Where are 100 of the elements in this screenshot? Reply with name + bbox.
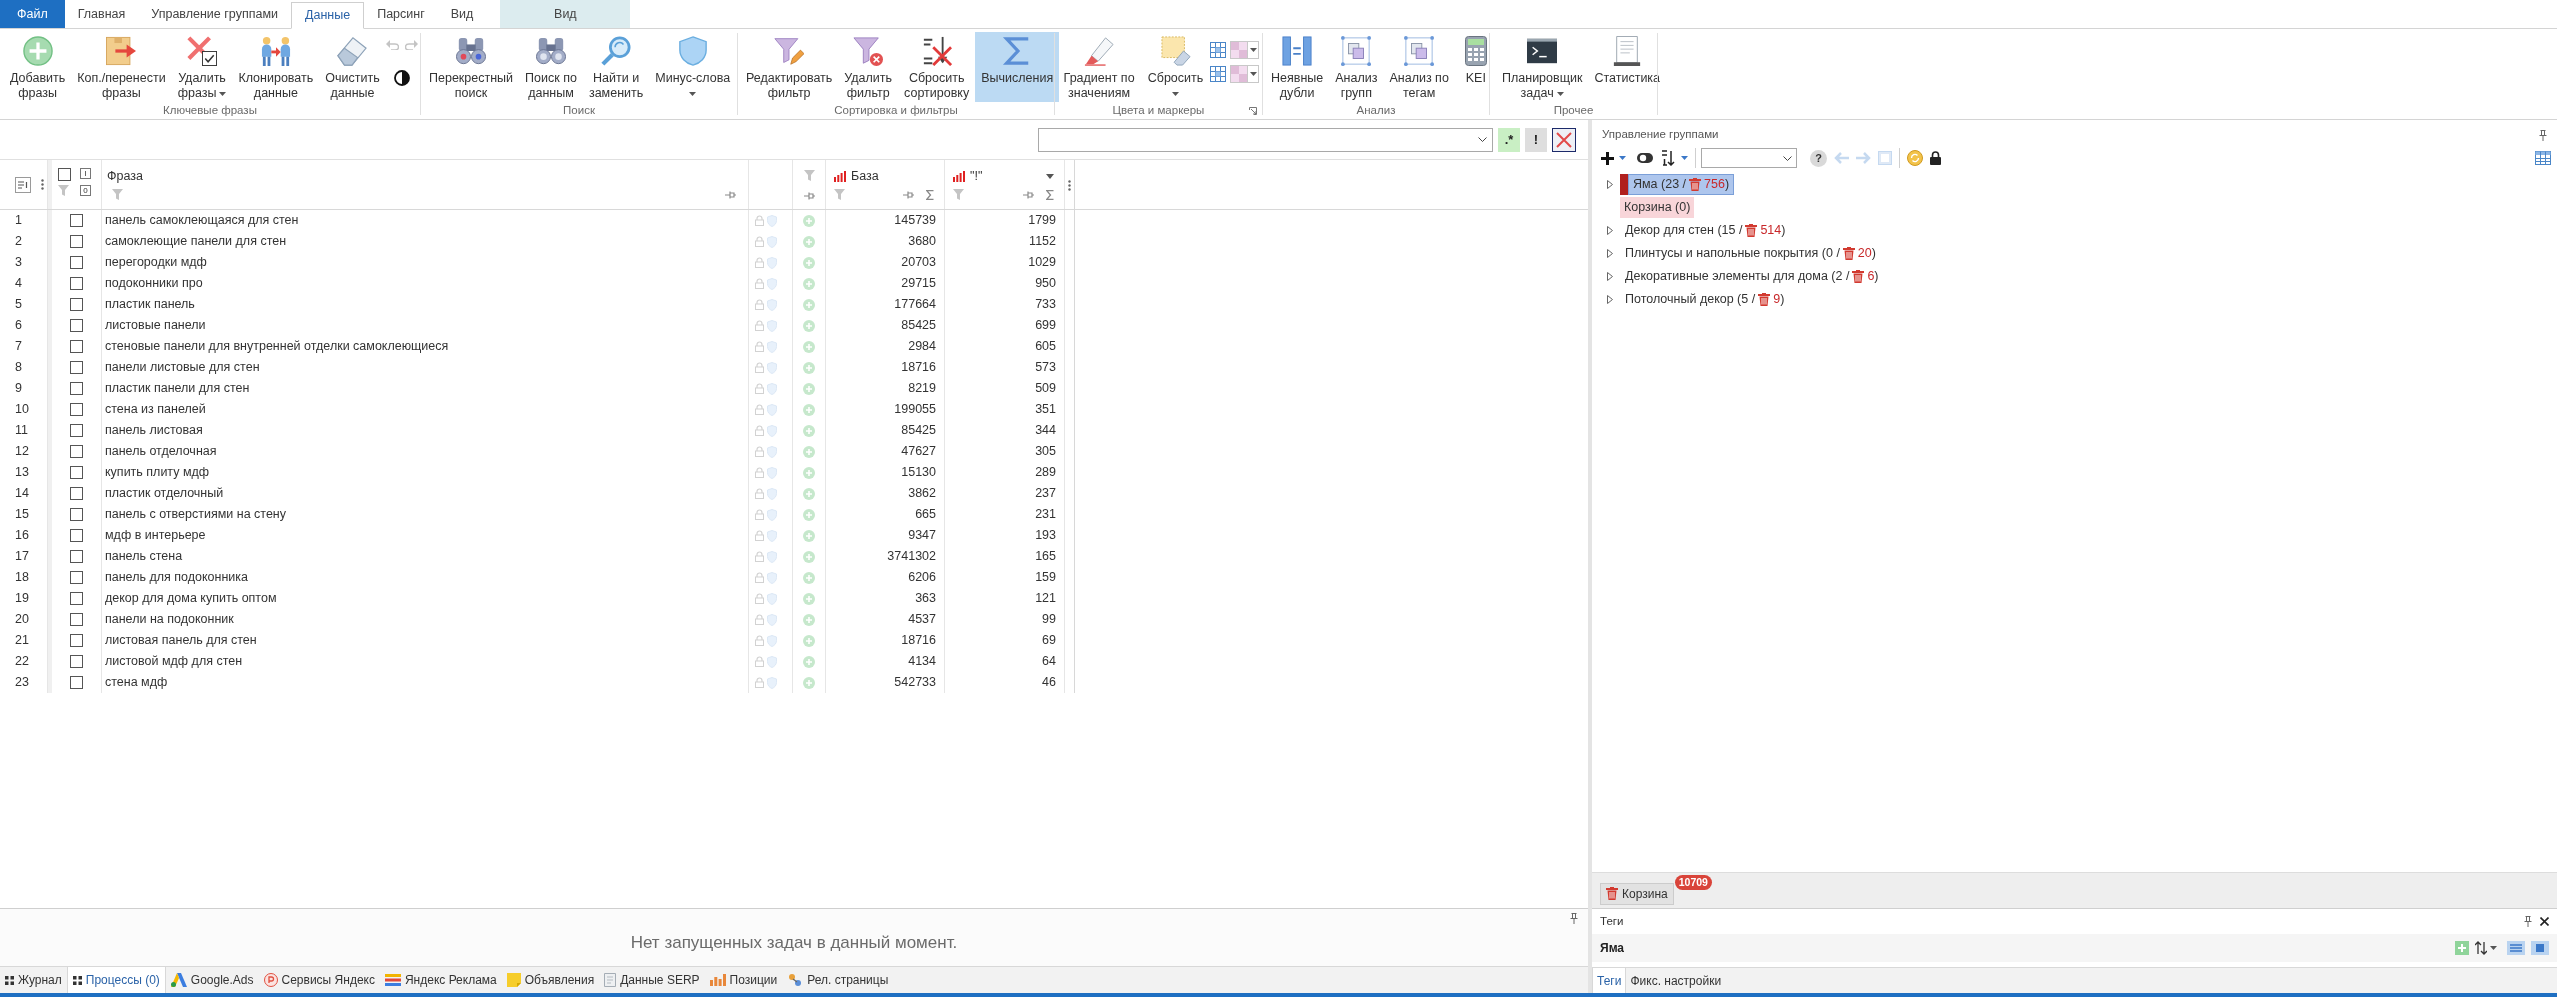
row-checkbox[interactable] (70, 487, 83, 500)
menu-tab[interactable]: Управление группами (138, 0, 291, 28)
caret-icon[interactable] (1249, 72, 1257, 76)
caret-icon[interactable] (1681, 156, 1688, 160)
ribbon-button[interactable]: Коп./перенести фразы (71, 32, 172, 102)
lock-icon[interactable] (1930, 151, 1941, 165)
plus-circle-icon[interactable] (803, 508, 815, 521)
ribbon-button[interactable]: Планировщик задач (1496, 32, 1589, 102)
chevron-down-icon[interactable] (1783, 155, 1792, 161)
shield-icon[interactable] (767, 676, 777, 689)
toggle-button[interactable]: 0 (80, 185, 91, 196)
row-checkbox[interactable] (70, 613, 83, 626)
plus-circle-icon[interactable] (803, 319, 815, 332)
clear-filter-button[interactable] (1552, 127, 1576, 152)
shield-icon[interactable] (767, 256, 777, 269)
plus-circle-icon[interactable] (803, 613, 815, 626)
table-icon[interactable] (2535, 151, 2551, 165)
shield-icon[interactable] (767, 592, 777, 605)
column-header[interactable]: База (851, 167, 879, 186)
tree-item[interactable]: Яма (23 / 756) (1628, 173, 1735, 195)
tree-item[interactable]: Декор для стен (15 / 514) (1620, 219, 1791, 241)
bottom-tab[interactable]: Данные SERP (599, 967, 705, 993)
filter-icon[interactable] (953, 189, 964, 200)
ribbon-button[interactable]: Очистить данные (319, 32, 386, 102)
caret-icon[interactable] (1556, 91, 1564, 96)
shield-icon[interactable] (767, 382, 777, 395)
tree-item[interactable]: Потолочный декор (5 / 9) (1620, 288, 1790, 310)
plus-circle-icon[interactable] (803, 676, 815, 689)
tree-item[interactable]: Корзина (0) (1620, 196, 1695, 218)
expand-triangle-icon[interactable] (1606, 179, 1613, 189)
ribbon-button[interactable]: Сбросить сортировку (898, 32, 976, 102)
pin-icon[interactable] (1023, 190, 1034, 199)
grid-icon[interactable] (1210, 66, 1227, 82)
shield-icon[interactable] (767, 655, 777, 668)
regex-button[interactable]: .* (1498, 127, 1520, 152)
shield-icon[interactable] (767, 634, 777, 647)
menu-tab[interactable]: Файл (0, 0, 65, 28)
plus-circle-icon[interactable] (803, 571, 815, 584)
bin-button[interactable]: Корзина (1600, 882, 1674, 905)
row-checkbox[interactable] (70, 550, 83, 563)
plus-circle-icon[interactable] (803, 634, 815, 647)
menu-tab[interactable]: Главная (64, 0, 139, 28)
row-checkbox[interactable] (70, 214, 83, 227)
ribbon-button[interactable]: KEI (1454, 32, 1497, 102)
row-checkbox[interactable] (70, 340, 83, 353)
plus-circle-icon[interactable] (803, 424, 815, 437)
ribbon-button[interactable]: Поиск по данным (519, 32, 583, 102)
shield-icon[interactable] (767, 424, 777, 437)
shield-icon[interactable] (767, 340, 777, 353)
row-checkbox[interactable] (70, 508, 83, 521)
plus-circle-icon[interactable] (803, 214, 815, 227)
row-checkbox[interactable] (70, 424, 83, 437)
ribbon-button[interactable]: Вычисления (975, 32, 1060, 102)
shield-icon[interactable] (767, 571, 777, 584)
expand-triangle-icon[interactable] (1606, 271, 1613, 281)
tile-view-icon[interactable] (2531, 941, 2549, 955)
shield-icon[interactable] (767, 445, 777, 458)
plus-icon[interactable] (1601, 151, 1614, 165)
sigma-icon[interactable] (1046, 189, 1054, 200)
ribbon-button[interactable]: Градиент по значениям (1057, 32, 1141, 102)
sigma-icon[interactable] (926, 189, 934, 200)
expand-triangle-icon[interactable] (1606, 248, 1613, 258)
plus-circle-icon[interactable] (803, 361, 815, 374)
ribbon-button[interactable]: Клонировать данные (232, 32, 320, 102)
color-scheme-button[interactable] (1230, 65, 1260, 83)
row-checkbox[interactable] (70, 445, 83, 458)
contrast-icon[interactable] (393, 70, 410, 86)
row-checkbox[interactable] (70, 634, 83, 647)
row-checkbox[interactable] (70, 571, 83, 584)
sort-desc-icon[interactable] (1046, 173, 1054, 179)
plus-circle-icon[interactable] (803, 403, 815, 416)
ribbon-button[interactable]: Анализ групп (1329, 32, 1384, 102)
shield-icon[interactable] (767, 613, 777, 626)
ribbon-button[interactable]: Минус-слова (649, 32, 737, 102)
row-checkbox[interactable] (70, 676, 83, 689)
plus-circle-icon[interactable] (803, 466, 815, 479)
filter-icon[interactable] (803, 170, 815, 181)
plus-circle-icon[interactable] (803, 445, 815, 458)
tree-item[interactable]: Декоративные элементы для дома (2 / 6) (1620, 265, 1884, 287)
toggle-icon[interactable] (1637, 153, 1653, 163)
help-button[interactable]: ? (1810, 149, 1827, 167)
expand-triangle-icon[interactable] (1606, 225, 1613, 235)
sort-icon[interactable] (1660, 150, 1676, 166)
vertical-dots-icon[interactable] (1068, 180, 1071, 191)
menu-tab[interactable]: Данные (290, 2, 365, 29)
plus-circle-icon[interactable] (803, 235, 815, 248)
exclude-button[interactable]: ! (1525, 127, 1547, 152)
shield-icon[interactable] (767, 487, 777, 500)
bottom-tab[interactable]: Объявления (501, 967, 600, 993)
ribbon-button[interactable]: Анализ по тегам (1383, 32, 1455, 102)
filter-icon[interactable] (834, 189, 845, 200)
close-icon[interactable] (2540, 917, 2549, 926)
shield-icon[interactable] (767, 214, 777, 227)
bottom-tab[interactable]: Журнал (0, 967, 67, 993)
bottom-tab[interactable]: Процессы (0) (66, 967, 166, 993)
plus-circle-icon[interactable] (803, 256, 815, 269)
plus-circle-icon[interactable] (803, 382, 815, 395)
refresh-icon[interactable] (1907, 150, 1923, 166)
shield-icon[interactable] (767, 319, 777, 332)
expand-triangle-icon[interactable] (1606, 294, 1613, 304)
